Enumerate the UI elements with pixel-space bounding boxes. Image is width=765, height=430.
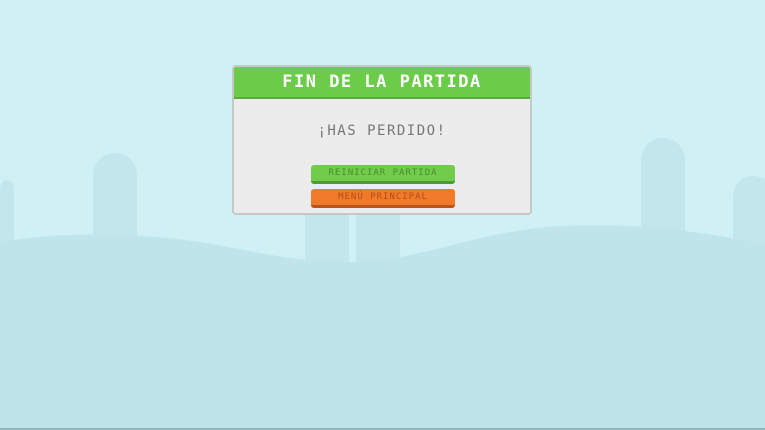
dialog-header: FIN DE LA PARTIDA [234, 67, 530, 99]
restart-game-button-label: REINICIAR PARTIDA [328, 168, 438, 178]
main-menu-button[interactable]: MENÚ PRINCIPAL [311, 189, 455, 208]
dialog-title: FIN DE LA PARTIDA [282, 72, 482, 92]
lost-message: ¡HAS PERDIDO! [317, 123, 447, 139]
restart-game-button[interactable]: REINICIAR PARTIDA [311, 165, 455, 184]
game-screen: FIN DE LA PARTIDA ¡HAS PERDIDO! REINICIA… [0, 0, 765, 430]
main-menu-button-label: MENÚ PRINCIPAL [338, 192, 428, 202]
game-over-dialog: FIN DE LA PARTIDA ¡HAS PERDIDO! REINICIA… [232, 65, 532, 215]
